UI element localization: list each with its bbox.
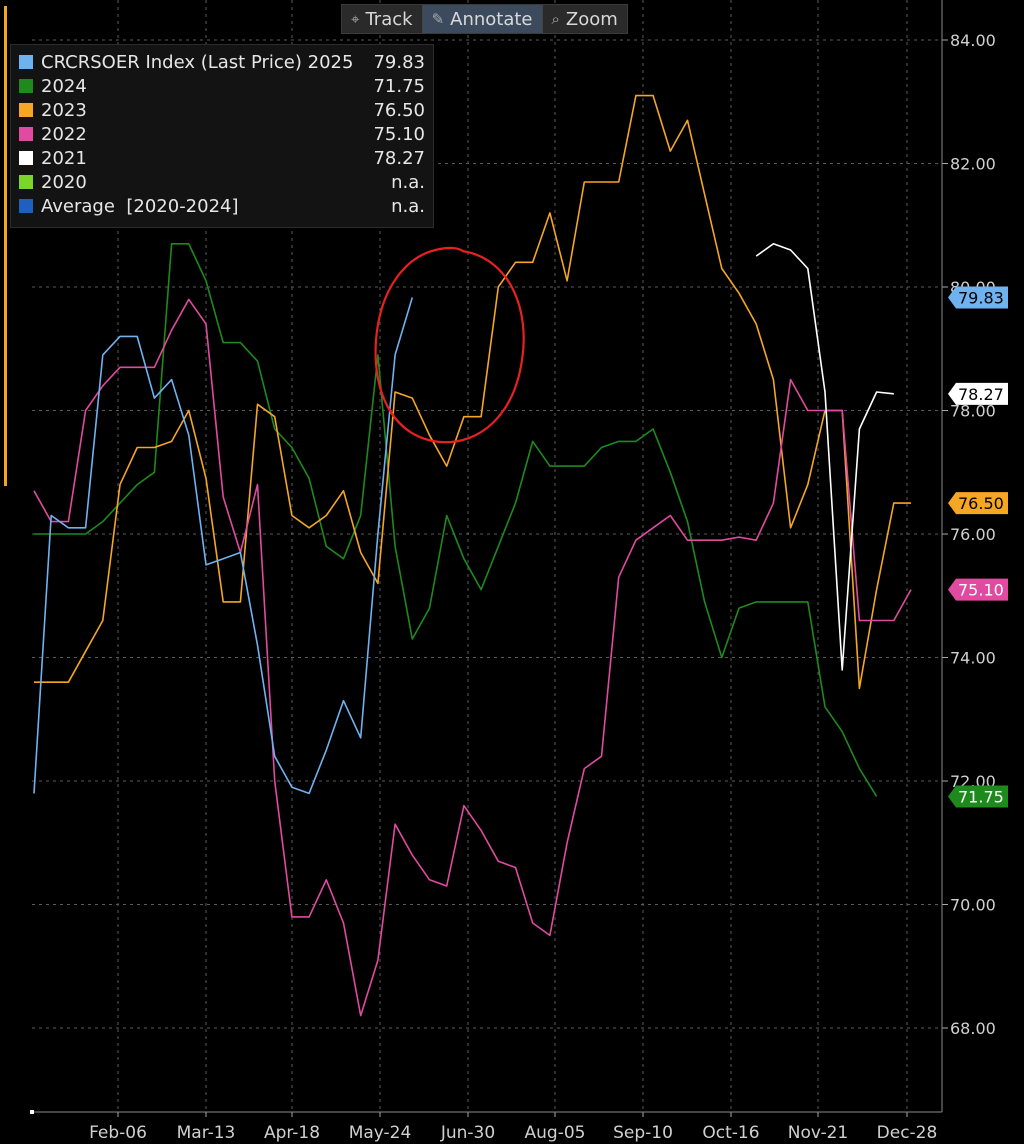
y-tick-label: 68.00 — [950, 1019, 996, 1038]
legend-series-name: 2021 — [41, 147, 87, 169]
y-tick-label: 70.00 — [950, 896, 996, 915]
legend-row-2022[interactable]: 2022 75.10 — [19, 122, 425, 146]
last-value-label: 79.83 — [958, 288, 1004, 307]
magnifier-icon: ⌕ — [551, 10, 560, 28]
legend-series-value: n.a. — [391, 171, 425, 193]
x-tick-label: Sep-10 — [613, 1123, 673, 1143]
legend-series-name: 2020 — [41, 171, 87, 193]
y-tick-label: 76.00 — [950, 525, 996, 544]
x-tick-label: Mar-13 — [177, 1123, 236, 1143]
legend-swatch — [19, 103, 33, 117]
annotate-label: Annotate — [450, 8, 533, 30]
y-tick-label: 84.00 — [950, 31, 996, 50]
legend-swatch — [19, 127, 33, 141]
legend-series-value: 79.83 — [373, 51, 425, 73]
legend-series-name: 2023 — [41, 99, 87, 121]
annotate-button[interactable]: ✎ Annotate — [422, 5, 543, 33]
legend-swatch — [19, 175, 33, 189]
legend-series-name: CRCRSOER Index (Last Price) 2025 — [41, 51, 354, 73]
x-tick-label: Nov-21 — [788, 1123, 849, 1143]
legend-row-average[interactable]: Average [2020-2024] n.a. — [19, 194, 425, 218]
legend-swatch — [19, 151, 33, 165]
last-value-label: 76.50 — [958, 494, 1004, 513]
legend-series-name: Average [2020-2024] — [41, 195, 239, 217]
legend-row-2024[interactable]: 2024 71.75 — [19, 74, 425, 98]
last-value-label: 71.75 — [958, 787, 1004, 806]
crosshair-icon: ⌖ — [351, 10, 360, 28]
x-tick-label: Jun-30 — [440, 1123, 495, 1143]
legend-series-value: 78.27 — [373, 147, 425, 169]
chart-toolbar: ⌖ Track ✎ Annotate ⌕ Zoom — [341, 4, 628, 34]
legend-swatch — [19, 79, 33, 93]
x-tick-label: Aug-05 — [525, 1123, 586, 1143]
legend-series-name: 2024 — [41, 75, 87, 97]
legend-series-value: 75.10 — [373, 123, 425, 145]
y-tick-label: 74.00 — [950, 649, 996, 668]
zoom-button[interactable]: ⌕ Zoom — [543, 5, 627, 33]
zoom-label: Zoom — [565, 8, 618, 30]
legend-swatch — [19, 55, 33, 69]
legend-row-2025[interactable]: CRCRSOER Index (Last Price) 2025 79.83 — [19, 50, 425, 74]
track-label: Track — [365, 8, 413, 30]
legend-series-value: 71.75 — [373, 75, 425, 97]
legend-swatch — [19, 199, 33, 213]
last-value-label: 75.10 — [958, 581, 1004, 600]
x-tick-label: Apr-18 — [264, 1123, 320, 1143]
x-tick-label: Dec-28 — [877, 1123, 938, 1143]
legend-series-value: 76.50 — [373, 99, 425, 121]
legend-row-2020[interactable]: 2020 n.a. — [19, 170, 425, 194]
left-edge-marker — [4, 6, 7, 486]
x-tick-label: May-24 — [349, 1123, 412, 1143]
x-tick-label: Oct-16 — [702, 1123, 759, 1143]
y-tick-label: 82.00 — [950, 155, 996, 174]
track-button[interactable]: ⌖ Track — [342, 5, 423, 33]
legend-row-2023[interactable]: 2023 76.50 — [19, 98, 425, 122]
last-value-label: 78.27 — [958, 385, 1004, 404]
x-axis-origin-marker — [30, 1110, 34, 1114]
chart-legend: CRCRSOER Index (Last Price) 2025 79.83 2… — [10, 44, 434, 228]
x-tick-label: Feb-06 — [89, 1123, 147, 1143]
pencil-icon: ✎ — [431, 10, 445, 28]
legend-series-name: 2022 — [41, 123, 87, 145]
legend-series-value: n.a. — [391, 195, 425, 217]
legend-row-2021[interactable]: 2021 78.27 — [19, 146, 425, 170]
